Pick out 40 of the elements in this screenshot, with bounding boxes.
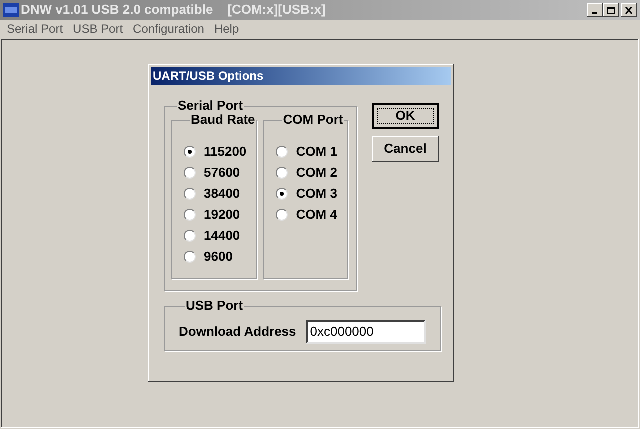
radio-button[interactable] bbox=[276, 166, 288, 178]
minimize-button[interactable] bbox=[587, 3, 603, 17]
radio-button[interactable] bbox=[184, 188, 196, 200]
radio-button[interactable] bbox=[184, 208, 196, 220]
radio-button[interactable] bbox=[276, 208, 288, 220]
radio-label: COM 4 bbox=[296, 206, 338, 224]
window-title: DNW v1.01 USB 2.0 compatible [COM:x][USB:x] bbox=[21, 1, 326, 20]
close-button[interactable] bbox=[621, 3, 637, 17]
dialog-button[interactable]: OK bbox=[372, 103, 439, 129]
radio-label: 38400 bbox=[204, 184, 240, 203]
menu-item[interactable]: Configuration bbox=[130, 20, 208, 38]
radio-label: COM 1 bbox=[296, 142, 338, 161]
radio-button[interactable] bbox=[184, 146, 196, 158]
radio-label: COM 3 bbox=[296, 184, 338, 203]
radio-button[interactable] bbox=[184, 250, 196, 262]
dialog-button[interactable]: Cancel bbox=[372, 136, 439, 162]
input-field[interactable]: 0xc000000 bbox=[306, 320, 426, 344]
group-label: Baud Rate bbox=[190, 113, 256, 127]
radio-button[interactable] bbox=[276, 188, 288, 200]
group-label: Serial Port bbox=[177, 99, 244, 113]
maximize-button[interactable] bbox=[603, 3, 619, 17]
menu-item[interactable]: Serial Port bbox=[4, 20, 66, 38]
radio-label: 19200 bbox=[204, 206, 240, 224]
radio-label: 14400 bbox=[204, 226, 240, 245]
radio-label: 115200 bbox=[204, 142, 247, 161]
menu-item[interactable]: Help bbox=[211, 20, 242, 38]
field-label: Download Address bbox=[179, 322, 296, 341]
radio-label: COM 2 bbox=[296, 164, 338, 182]
menu-item[interactable]: USB Port bbox=[70, 20, 126, 38]
radio-button[interactable] bbox=[276, 146, 288, 158]
app-icon bbox=[3, 3, 19, 17]
close-icon bbox=[625, 6, 633, 14]
maximize-icon bbox=[607, 6, 615, 14]
radio-label: 57600 bbox=[204, 164, 240, 182]
radio-button[interactable] bbox=[184, 230, 196, 242]
radio-button[interactable] bbox=[184, 166, 196, 178]
group-label: COM Port bbox=[282, 113, 344, 127]
group-label: USB Port bbox=[185, 299, 244, 313]
dialog-title: UART/USB Options bbox=[153, 68, 264, 85]
radio-label: 9600 bbox=[204, 248, 233, 266]
